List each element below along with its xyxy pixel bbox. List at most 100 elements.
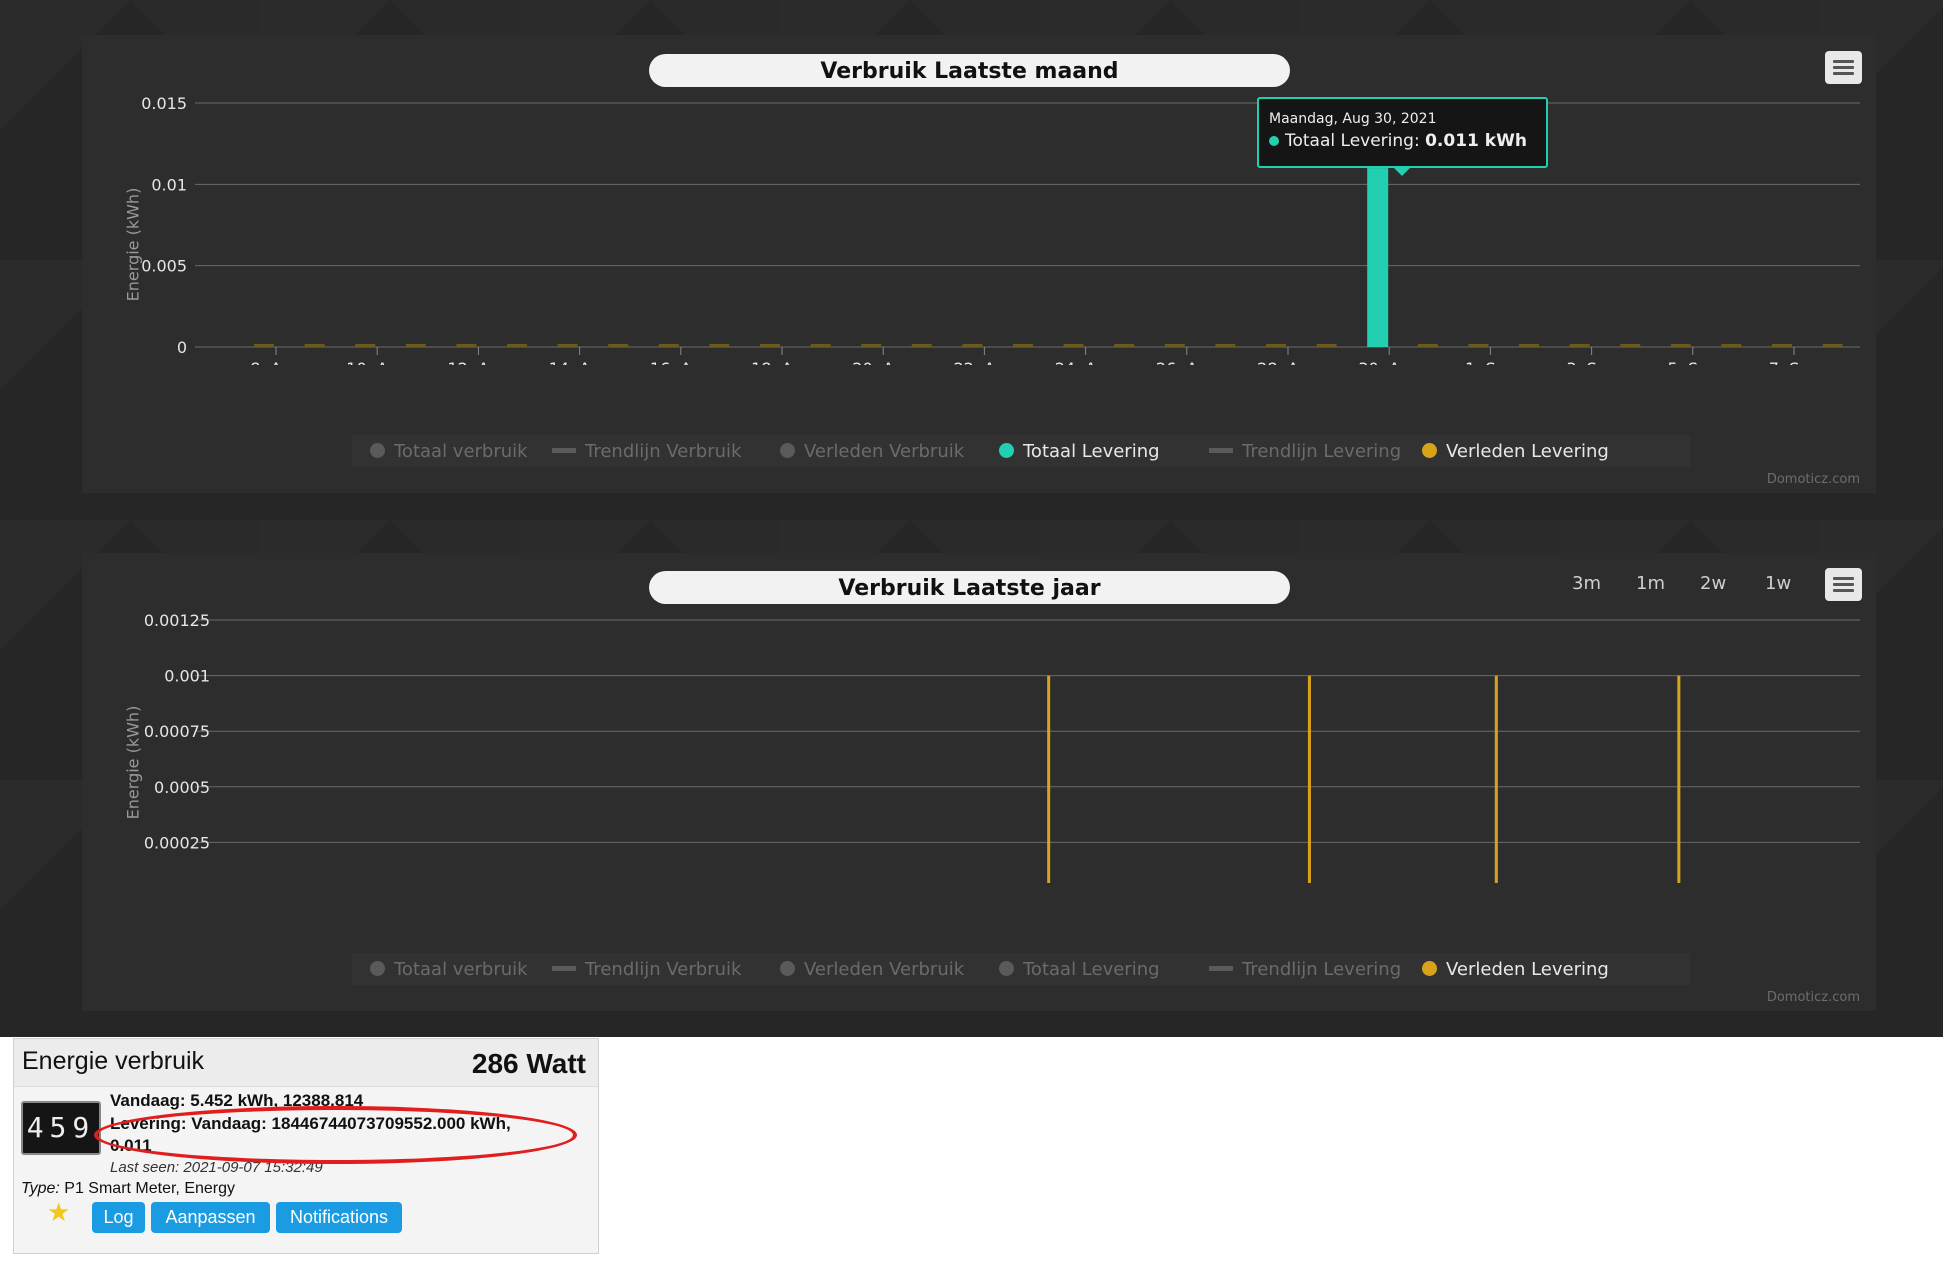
month-x-tick-label: 30. Aug [1358,359,1420,365]
month-bar-verleden-levering [1266,344,1286,347]
month-chart-legend: Totaal verbruik Trendlijn Verbruik Verlede… [352,435,1690,467]
legend-item-trendlijn-verbruik[interactable]: Trendlijn Verbruik [552,959,741,980]
year-y-tick-label: 0.00075 [144,722,210,741]
legend-item-verleden-levering[interactable]: Verleden Levering [1422,959,1609,980]
legend-symbol-icon [780,961,795,976]
month-x-tick-label: 8. Aug [250,359,302,365]
month-x-tick-label: 16. Aug [650,359,712,365]
month-x-tick-label: 1. Sep [1465,359,1516,365]
legend-label: Totaal verbruik [394,959,528,980]
device-name: Energie verbruik [22,1047,205,1075]
legend-label: Trendlijn Verbruik [585,959,742,980]
month-chart-panel: Verbruik Laatste maand Energie (kWh) 0 0.… [82,35,1876,493]
month-x-tick-label: 22. Aug [954,359,1016,365]
month-bar-verleden-levering [1519,344,1539,347]
year-y-tick-label: 0.00025 [144,833,210,852]
month-bar-verleden-levering [1620,344,1641,347]
month-x-tick-label: 18. Aug [751,359,813,365]
month-bar-verleden-levering [1063,344,1084,347]
legend-label: Trendlijn Levering [1242,441,1402,462]
device-header: Energie verbruik 286 Watt [14,1039,598,1087]
year-y-tick-label: 0.00125 [144,611,210,630]
month-chart-tooltip: Maandag, Aug 30, 2021 Totaal Levering: 0… [1257,97,1548,168]
month-bar-verleden-levering [557,344,578,347]
month-x-tick-label: 12. Aug [448,359,510,365]
legend-label: Trendlijn Levering [1242,959,1402,980]
month-bar-verleden-levering [1316,344,1337,347]
legend-label: Verleden Verbruik [804,441,965,462]
legend-item-verleden-levering[interactable]: Verleden Levering [1422,441,1609,462]
month-x-tick-label: 7. Sep [1769,359,1820,365]
month-bar-verleden-levering [810,344,831,347]
year-chart-panel: Verbruik Laatste jaar 3m 1m 2w 1w Energi… [82,553,1876,1011]
legend-item-totaal-verbruik[interactable]: Totaal verbruik [370,959,528,980]
legend-symbol-icon [552,966,576,971]
legend-label: Verleden Levering [1446,441,1609,462]
month-chart-credit[interactable]: Domoticz.com [1767,472,1860,487]
year-chart-legend: Totaal verbruik Trendlijn Verbruik Verlede… [352,953,1690,985]
month-bar-verleden-levering [1569,344,1590,347]
edit-button[interactable]: Aanpassen [151,1202,270,1233]
legend-item-trendlijn-verbruik[interactable]: Trendlijn Verbruik [552,441,741,462]
month-x-tick-label: 3. Sep [1566,359,1617,365]
year-chart-plot: 00.000250.00050.000750.0010.00125Okt '20… [144,611,1860,883]
tooltip-arrow [1393,167,1411,176]
month-bar-verleden-levering [355,344,376,347]
red-highlight-annotation [94,1106,577,1164]
month-bar-verleden-levering [608,344,629,347]
month-x-tick-label: 14. Aug [549,359,611,365]
device-type-value: P1 Smart Meter, Energy [59,1180,236,1197]
month-bar-verleden-levering [1468,344,1489,347]
legend-item-trendlijn-levering[interactable]: Trendlijn Levering [1209,441,1401,462]
meter-icon: 459 [21,1101,101,1155]
device-type: Type: P1 Smart Meter, Energy [21,1180,235,1198]
month-bar-verleden-levering [1721,344,1742,347]
notifications-button[interactable]: Notifications [276,1202,402,1233]
month-y-tick-label: 0.01 [151,175,187,194]
legend-item-verleden-verbruik[interactable]: Verleden Verbruik [780,441,964,462]
month-bar-verleden-levering [1670,344,1691,347]
legend-label: Totaal Levering [1023,441,1160,462]
month-bar-verleden-levering [658,344,679,347]
month-bar-verleden-levering [1772,344,1792,347]
month-x-tick-label: 5. Sep [1668,359,1719,365]
month-bar-verleden-levering [1164,344,1185,347]
month-x-tick-label: 28. Aug [1257,359,1319,365]
month-bar-verleden-levering [1215,344,1236,347]
legend-label: Trendlijn Verbruik [585,441,742,462]
month-x-tick-label: 26. Aug [1156,359,1218,365]
legend-symbol-icon [780,443,795,458]
legend-label: Totaal Levering [1023,959,1160,980]
legend-symbol-icon [370,961,385,976]
legend-item-totaal-levering[interactable]: Totaal Levering [999,441,1160,462]
tooltip-date: Maandag, Aug 30, 2021 [1269,111,1437,127]
month-x-tick-label: 10. Aug [346,359,408,365]
favorite-star-icon[interactable]: ★ [47,1197,70,1228]
month-bar-verleden-levering [507,344,527,347]
device-value: 286 Watt [471,1048,586,1079]
month-bar-totaal-levering [1367,168,1389,347]
month-y-tick-label: 0.015 [141,94,187,113]
tooltip-value: 0.011 kWh [1425,131,1527,151]
year-chart-credit[interactable]: Domoticz.com [1767,990,1860,1005]
month-bar-verleden-levering [911,344,932,347]
legend-symbol-icon [1209,966,1233,971]
legend-symbol-icon [370,443,385,458]
month-y-tick-label: 0 [177,338,187,357]
legend-symbol-icon [552,448,576,453]
legend-symbol-icon [1422,961,1437,976]
tooltip-series-dot [1269,136,1279,146]
year-y-tick-label: 0.001 [164,667,210,686]
legend-label: Totaal verbruik [394,441,528,462]
legend-item-totaal-verbruik[interactable]: Totaal verbruik [370,441,528,462]
tooltip-line: Totaal Levering: 0.011 kWh [1269,131,1536,151]
month-bar-verleden-levering [405,344,426,347]
month-bar-verleden-levering [760,344,780,347]
legend-item-trendlijn-levering[interactable]: Trendlijn Levering [1209,959,1401,980]
log-button[interactable]: Log [92,1202,145,1233]
legend-item-totaal-levering[interactable]: Totaal Levering [999,959,1160,980]
month-bar-verleden-levering [1417,344,1438,347]
legend-label: Verleden Levering [1446,959,1609,980]
legend-symbol-icon [999,443,1014,458]
legend-item-verleden-verbruik[interactable]: Verleden Verbruik [780,959,964,980]
